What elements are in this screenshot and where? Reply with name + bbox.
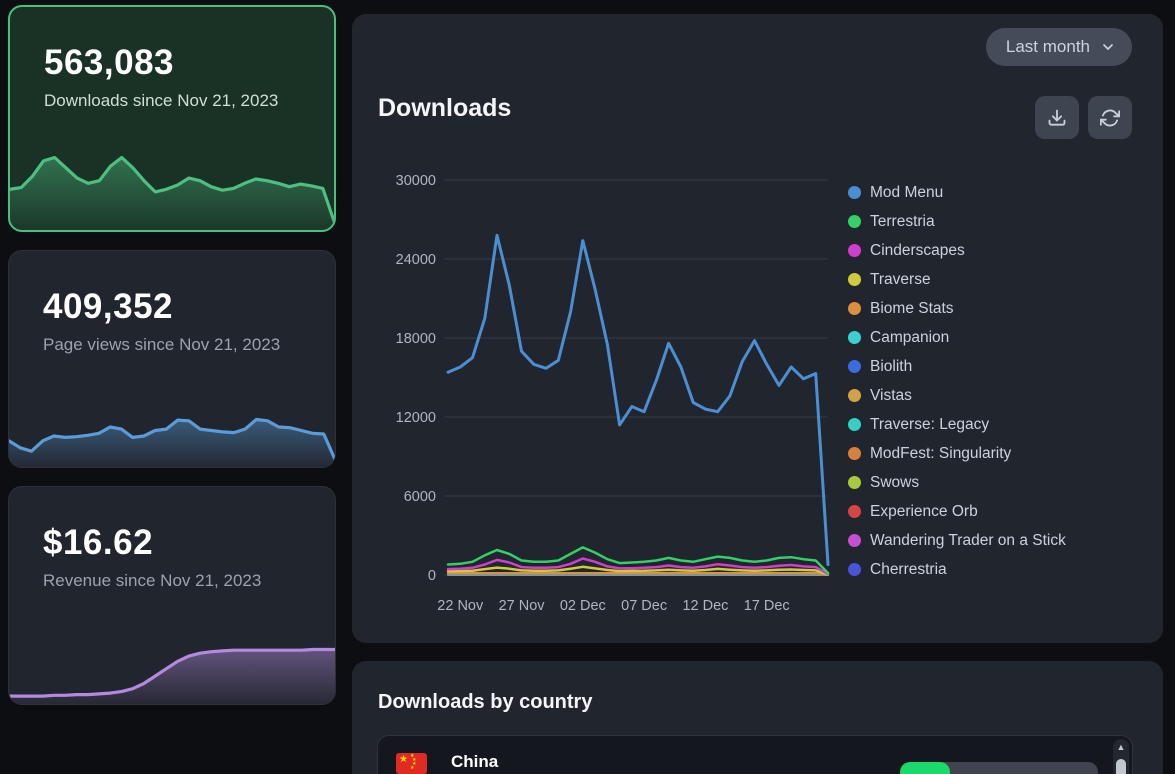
country-panel: Downloads by country ★★★★★ China ▲	[352, 661, 1163, 774]
legend-item[interactable]: ModFest: Singularity	[848, 439, 1066, 468]
downloads-line-chart: 0 6000 12000 18000 24000 30000 22 Nov 27 Nov 02 …	[388, 170, 848, 630]
svg-text:12 Dec: 12 Dec	[682, 598, 728, 614]
legend-dot-icon	[848, 476, 861, 489]
legend-item[interactable]: Cherrestria	[848, 555, 1066, 584]
china-flag-icon: ★★★★★	[396, 753, 427, 774]
stat-card-pageviews[interactable]: 409,352 Page views since Nov 21, 2023	[8, 250, 336, 468]
country-name: China	[451, 752, 498, 772]
svg-text:18000: 18000	[396, 331, 436, 347]
time-range-selector[interactable]: Last month	[986, 28, 1132, 66]
legend-item[interactable]: Biome Stats	[848, 294, 1066, 323]
legend-item[interactable]: Biolith	[848, 352, 1066, 381]
refresh-icon	[1100, 108, 1120, 128]
legend-dot-icon	[848, 505, 861, 518]
svg-text:17 Dec: 17 Dec	[744, 598, 790, 614]
stats-sidebar: 563,083 Downloads since Nov 21, 2023 409…	[8, 5, 336, 705]
pageviews-total: 409,352	[9, 251, 335, 327]
svg-text:0: 0	[428, 568, 436, 584]
legend-label: Campanion	[870, 329, 949, 347]
country-progress-bar	[900, 762, 1098, 774]
revenue-total-label: Revenue since Nov 21, 2023	[9, 563, 335, 592]
country-panel-title: Downloads by country	[378, 691, 592, 714]
legend-label: Biome Stats	[870, 300, 954, 318]
legend-label: Vistas	[870, 387, 912, 405]
scrollbar-thumb[interactable]	[1116, 759, 1126, 774]
downloads-chart-title: Downloads	[378, 94, 511, 123]
legend-label: Biolith	[870, 358, 912, 376]
svg-text:30000: 30000	[396, 173, 436, 189]
pageviews-total-label: Page views since Nov 21, 2023	[9, 327, 335, 356]
chart-legend: Mod Menu Terrestria Cinderscapes Traverse Bi…	[848, 178, 1066, 584]
svg-text:12000: 12000	[396, 410, 436, 426]
legend-label: Traverse	[870, 271, 931, 289]
legend-dot-icon	[848, 563, 861, 576]
downloads-total-label: Downloads since Nov 21, 2023	[10, 83, 334, 112]
downloads-sparkline	[10, 138, 334, 230]
legend-label: Traverse: Legacy	[870, 416, 989, 434]
legend-dot-icon	[848, 418, 861, 431]
legend-label: Cinderscapes	[870, 242, 965, 260]
stat-card-revenue[interactable]: $16.62 Revenue since Nov 21, 2023	[8, 486, 336, 705]
refresh-button[interactable]	[1088, 96, 1132, 139]
scroll-up-arrow-icon[interactable]: ▲	[1113, 742, 1129, 752]
svg-text:27 Nov: 27 Nov	[499, 598, 546, 614]
svg-text:24000: 24000	[396, 252, 436, 268]
legend-item[interactable]: Campanion	[848, 323, 1066, 352]
legend-label: Mod Menu	[870, 184, 943, 202]
legend-dot-icon	[848, 244, 861, 257]
svg-text:22 Nov: 22 Nov	[437, 598, 484, 614]
revenue-total: $16.62	[9, 487, 335, 563]
legend-label: Terrestria	[870, 213, 935, 231]
country-progress-fill	[900, 762, 950, 774]
svg-text:6000: 6000	[404, 489, 436, 505]
legend-label: Experience Orb	[870, 503, 978, 521]
country-list: ★★★★★ China ▲	[377, 735, 1133, 774]
stat-card-downloads[interactable]: 563,083 Downloads since Nov 21, 2023	[8, 5, 336, 232]
legend-label: Wandering Trader on a Stick	[870, 532, 1066, 550]
scrollbar[interactable]: ▲	[1113, 739, 1129, 774]
legend-item[interactable]: Traverse	[848, 265, 1066, 294]
legend-item[interactable]: Terrestria	[848, 207, 1066, 236]
main-column: Last month Downloads 0 6000 12000 18000 2400…	[352, 14, 1163, 774]
legend-dot-icon	[848, 273, 861, 286]
legend-item[interactable]: Traverse: Legacy	[848, 410, 1066, 439]
legend-dot-icon	[848, 331, 861, 344]
legend-dot-icon	[848, 534, 861, 547]
downloads-total: 563,083	[10, 7, 334, 83]
legend-item[interactable]: Cinderscapes	[848, 236, 1066, 265]
svg-text:07 Dec: 07 Dec	[621, 598, 667, 614]
pageviews-sparkline	[9, 392, 335, 467]
legend-label: Swows	[870, 474, 919, 492]
revenue-sparkline	[9, 624, 335, 704]
legend-item[interactable]: Vistas	[848, 381, 1066, 410]
download-icon	[1047, 108, 1067, 128]
legend-item[interactable]: Swows	[848, 468, 1066, 497]
svg-text:02 Dec: 02 Dec	[560, 598, 606, 614]
legend-dot-icon	[848, 215, 861, 228]
legend-dot-icon	[848, 389, 861, 402]
legend-dot-icon	[848, 360, 861, 373]
legend-item[interactable]: Mod Menu	[848, 178, 1066, 207]
legend-label: ModFest: Singularity	[870, 445, 1011, 463]
legend-dot-icon	[848, 186, 861, 199]
legend-label: Cherrestria	[870, 561, 947, 579]
downloads-panel: Last month Downloads 0 6000 12000 18000 2400…	[352, 14, 1163, 643]
chevron-down-icon	[1100, 39, 1116, 55]
legend-item[interactable]: Wandering Trader on a Stick	[848, 526, 1066, 555]
legend-dot-icon	[848, 447, 861, 460]
legend-dot-icon	[848, 302, 861, 315]
time-range-label: Last month	[1006, 37, 1090, 57]
export-csv-button[interactable]	[1035, 96, 1079, 139]
legend-item[interactable]: Experience Orb	[848, 497, 1066, 526]
